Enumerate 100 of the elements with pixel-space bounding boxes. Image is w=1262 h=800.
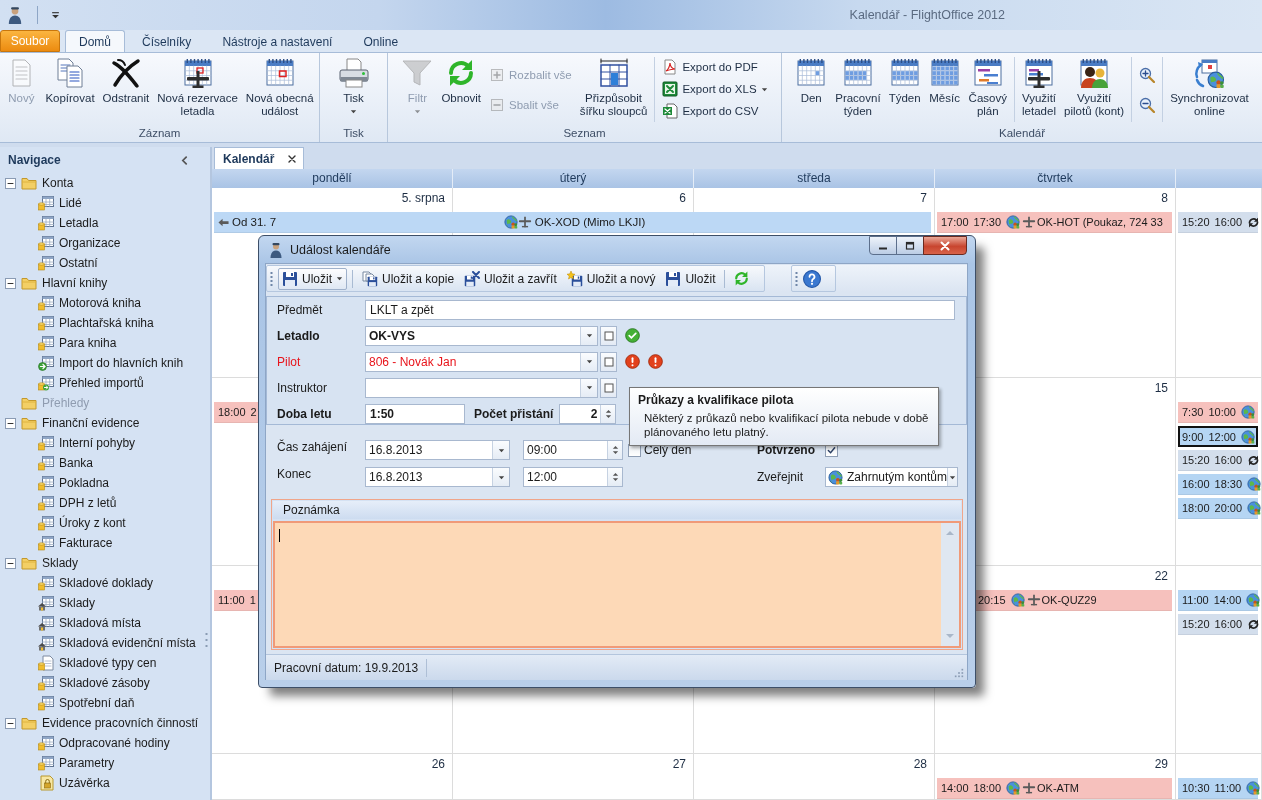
checkbox-label[interactable]: Potvrzeno [757,443,815,457]
ribbon-button[interactable]: Nová rezervace letadla [153,53,242,126]
tree-item[interactable]: Para kniha [59,336,117,350]
collapse-box-icon[interactable] [5,557,16,569]
text-field[interactable]: 1:50 [365,403,465,424]
collapse-box-icon[interactable] [5,717,16,729]
calendar-event[interactable]: 11:00 14:00 [1178,590,1258,611]
lookup-button[interactable] [600,377,617,398]
collapse-box-icon[interactable] [5,277,16,289]
tree-item[interactable]: Uzávěrka [59,776,110,790]
document-tab[interactable]: Kalendář [214,147,305,169]
time-spinner[interactable]: 09:00 [523,440,623,460]
toolbar-button[interactable]: Uložit a kopie [358,267,459,290]
dropdown-caret-icon[interactable] [51,10,60,20]
ribbon-button[interactable]: Využití pilotů (kont) [1060,53,1129,126]
save-split-button[interactable]: Uložit [278,267,347,290]
calendar-event[interactable]: 7:30 10:00 [1178,402,1258,423]
ribbon-button[interactable]: Využití letadel [1017,53,1061,126]
ribbon-button[interactable]: Odstranit [98,53,154,126]
tree-item[interactable]: Letadla [59,216,99,230]
lookup-button[interactable] [600,351,617,372]
combo-field[interactable]: Zahrnutým kontům [825,467,958,487]
calendar-event[interactable]: 9:00 12:00 [1178,426,1258,447]
ribbon-button[interactable]: Měsíc [924,53,965,126]
minimize-button[interactable] [869,236,897,255]
tree-item[interactable]: Plachtařská kniha [59,316,154,330]
ribbon-button[interactable]: Týden [884,53,925,126]
ribbon-button[interactable]: Kopírovat [41,53,99,126]
tree-item[interactable]: Spotřební daň [59,696,135,710]
calendar-event[interactable]: 14:00 18:00 OK-ATM [937,778,1172,799]
tree-item[interactable]: Odpracované hodiny [59,736,170,750]
maximize-button[interactable] [896,236,924,255]
tree-item[interactable]: Motorová kniha [59,296,142,310]
tree-item[interactable]: Import do hlavních knih [59,356,184,370]
tree-item[interactable]: Skladová místa [59,616,142,630]
combo-field[interactable]: OK-VYS [365,325,598,346]
close-button[interactable] [923,236,967,255]
calendar-event[interactable]: 18:00 20:00 [1178,498,1258,519]
tree-item[interactable]: Evidence pracovních činností [42,716,199,730]
calendar-event[interactable]: 16:00 18:30 [1178,474,1258,495]
ribbon-tab[interactable]: Domů [65,30,125,52]
ribbon-button[interactable]: Export do PDF [658,56,772,78]
ribbon-tab[interactable]: Online [349,30,413,52]
date-field[interactable]: 16.8.2013 [365,467,510,487]
toolbar-button[interactable]: Uložit [661,267,720,290]
ribbon-button[interactable]: Nová obecná událost [241,53,318,126]
calendar-event[interactable]: 15:20 16:00 [1178,450,1258,471]
toolbar-grip-icon[interactable] [795,270,799,287]
ribbon-button[interactable]: Export do CSV [658,100,772,122]
tree-item[interactable]: Konta [42,176,74,190]
close-icon[interactable] [288,154,297,163]
tree-item[interactable]: Hlavní knihy [42,276,108,290]
tree-item[interactable]: DPH z letů [59,496,117,510]
tree-item[interactable]: Skladové doklady [59,576,154,590]
tree-item[interactable]: Sklady [59,596,96,610]
tree-item[interactable]: Interní pohyby [59,436,136,450]
tree-item[interactable]: Skladové zásoby [59,676,150,690]
note-field[interactable] [273,521,961,648]
chevron-left-icon[interactable] [180,155,189,165]
calendar-event[interactable]: 10:30 11:00 [1178,778,1258,799]
lookup-button[interactable] [600,325,617,346]
subject-field[interactable]: LKLT a zpět [365,299,955,320]
calendar-event[interactable]: 17:00 17:30 OK-HOT (Poukaz, 724 33 [937,212,1172,233]
splitter-grip-icon[interactable] [205,632,208,648]
ribbon-button[interactable]: Den [791,53,832,126]
tree-item[interactable]: Skladová evidenční místa [59,636,196,650]
tree-item[interactable]: Parametry [59,756,115,770]
tree-item[interactable]: Pokladna [59,476,110,490]
toolbar-grip-icon[interactable] [270,270,273,287]
collapse-box-icon[interactable] [5,177,16,189]
ribbon-button[interactable]: Export do XLS [658,78,772,100]
tree-item[interactable]: Skladové typy cen [59,656,157,670]
ribbon-tab[interactable]: Číselníky [128,30,206,52]
combo-field[interactable]: 806 - Novák Jan [365,351,598,372]
ribbon-button[interactable]: Časový plán [964,53,1011,126]
ribbon-button[interactable]: Přizpůsobit šířku sloupců [575,53,652,126]
tree-item[interactable]: Lidé [59,196,82,210]
tree-item[interactable]: Úroky z kont [59,516,126,530]
tree-item[interactable]: Přehled importů [59,376,144,390]
tree-item[interactable]: Finanční evidence [42,416,140,430]
tree-item[interactable]: Organizace [59,236,121,250]
scrollbar[interactable] [941,523,959,646]
calendar-event[interactable]: Od 31. 7 OK-XOD (Mimo LKJI) [214,212,931,233]
toolbar-button[interactable]: Uložit a zavřít [460,267,561,290]
ribbon-tab[interactable]: Nástroje a nastavení [208,30,347,52]
ribbon-button[interactable]: Tisk [333,53,374,126]
help-icon[interactable] [803,269,822,288]
toolbar-button[interactable]: Uložit a nový [562,267,660,290]
tree-item[interactable]: Ostatní [59,256,98,270]
refresh-arrows-icon[interactable] [733,270,751,287]
number-spinner[interactable]: 2 [559,403,617,424]
calendar-event[interactable]: 15:20 16:00 [1178,212,1258,233]
tree-item[interactable]: Sklady [42,556,79,570]
resize-grip-icon[interactable] [954,668,964,678]
calendar-event[interactable]: 15:20 16:00 [1178,614,1258,635]
tree-item[interactable]: Banka [59,456,94,470]
date-field[interactable]: 16.8.2013 [365,440,510,460]
collapse-box-icon[interactable] [5,417,16,429]
combo-field[interactable] [365,377,598,398]
ribbon-button[interactable]: Synchronizovat online [1166,53,1253,126]
